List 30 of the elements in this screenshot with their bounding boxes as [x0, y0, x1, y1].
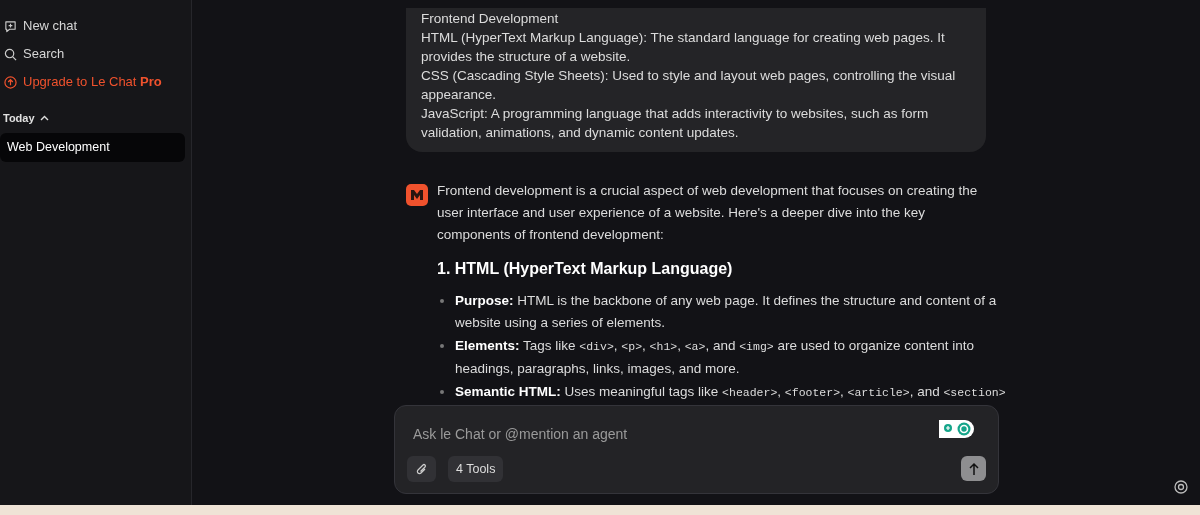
message-line: Frontend Development: [421, 10, 560, 28]
list-item-text: Elements: Tags like <div>, <p>, <h1>, <a>, and <img> are used to organize content into headings, paragraphs, links, images, and more.: [455, 337, 976, 378]
message-line: CSS (Cascading Style Sheets): Used to style and layout web pages, controlling the visual appearance.: [421, 67, 957, 104]
assistant-logo-icon: [406, 184, 428, 206]
message-line: JavaScript: A programming language that adds interactivity to websites, such as form validation, animations, and dynamic content updates.: [421, 105, 930, 142]
bullet-icon: [440, 299, 444, 303]
search-icon: [4, 47, 17, 61]
response-heading: 1. HTML (HyperText Markup Language): [437, 259, 734, 279]
section-toggle[interactable]: Today: [0, 108, 191, 128]
list-item-text: Purpose: HTML is the backbone of any web page. It defines the structure and content of a website using a series of elements.: [455, 292, 998, 332]
upgrade-icon: [4, 75, 17, 89]
upgrade-link[interactable]: Upgrade to Le Chat Pro: [0, 68, 191, 96]
message-line: HTML (HyperText Markup Language): The standard language for creating web pages. It provides the structure of a website.: [421, 29, 946, 66]
arrow-up-icon: [967, 461, 980, 476]
attach-button[interactable]: [407, 456, 436, 482]
search-button[interactable]: Search: [0, 40, 191, 68]
response-paragraph: Frontend development is a crucial aspect of web development that focuses on creating the user interface and user experience of a website. Here's a deeper dive into the key components of frontend development:: [437, 182, 979, 244]
paperclip-icon: [415, 462, 428, 476]
new-chat-icon: [4, 19, 17, 33]
chat-history-item[interactable]: Web Development: [0, 133, 185, 162]
message-input[interactable]: Ask le Chat or @mention an agent: [413, 423, 913, 445]
send-button[interactable]: [961, 456, 986, 481]
tools-button[interactable]: 4 Tools: [448, 456, 504, 482]
bullet-icon: [440, 390, 444, 394]
help-icon[interactable]: [1174, 480, 1188, 494]
bullet-icon: [440, 344, 444, 348]
chevron-icon: [39, 115, 49, 121]
grammarly-badge-icon[interactable]: [939, 420, 974, 438]
list-item-text: Semantic HTML: Uses meaningful tags like <header>, <footer>, <article>, and <section>: [455, 383, 1006, 401]
new-chat-button[interactable]: New chat: [0, 12, 191, 40]
